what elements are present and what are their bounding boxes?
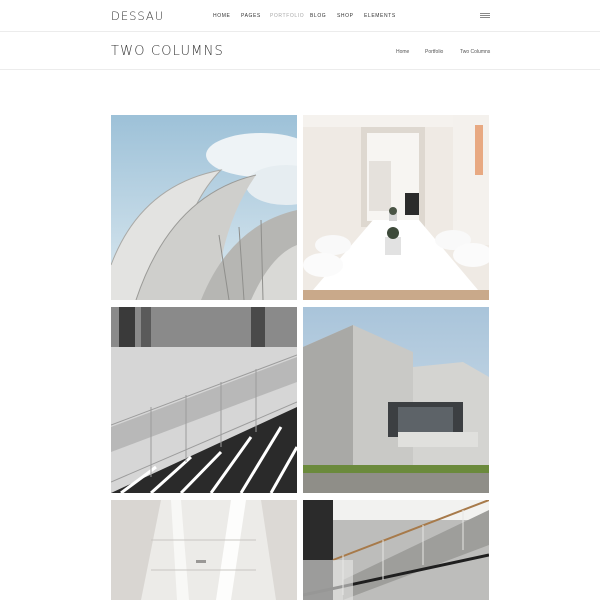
concrete-stairs-image <box>111 307 297 493</box>
nav-item-home[interactable]: HOME <box>213 13 230 19</box>
portfolio-grid <box>111 115 489 600</box>
portfolio-item-concrete-building[interactable] <box>303 307 489 493</box>
site-logo[interactable]: DESSAU <box>111 9 164 23</box>
meeting-room-image <box>303 115 489 300</box>
breadcrumb-portfolio[interactable]: Portfolio <box>425 49 443 55</box>
portfolio-item-opera-house[interactable] <box>111 115 297 300</box>
nav-item-portfolio[interactable]: PORTFOLIO <box>270 13 304 19</box>
breadcrumb-home[interactable]: Home <box>396 49 409 55</box>
ceiling-beams-image <box>111 500 297 600</box>
stairs-railing-image <box>303 500 489 600</box>
nav-item-blog[interactable]: BLOG <box>310 13 326 19</box>
nav-item-shop[interactable]: SHOP <box>337 13 354 19</box>
portfolio-item-concrete-stairs[interactable] <box>111 307 297 493</box>
opera-house-image <box>111 115 297 300</box>
portfolio-item-meeting-room[interactable] <box>303 115 489 300</box>
hamburger-icon[interactable] <box>480 13 490 19</box>
portfolio-item-stairs-railing[interactable] <box>303 500 489 600</box>
page-title: TWO COLUMNS <box>111 44 224 59</box>
nav-item-elements[interactable]: ELEMENTS <box>364 13 396 19</box>
concrete-building-image <box>303 307 489 493</box>
portfolio-item-ceiling-beams[interactable] <box>111 500 297 600</box>
breadcrumb-current: Two Columns <box>460 49 491 55</box>
page-title-bar: TWO COLUMNS Home Portfolio Two Columns <box>0 32 600 70</box>
nav-item-pages[interactable]: PAGES <box>241 13 261 19</box>
site-header: DESSAU HOME PAGES PORTFOLIO BLOG SHOP EL… <box>0 0 600 32</box>
